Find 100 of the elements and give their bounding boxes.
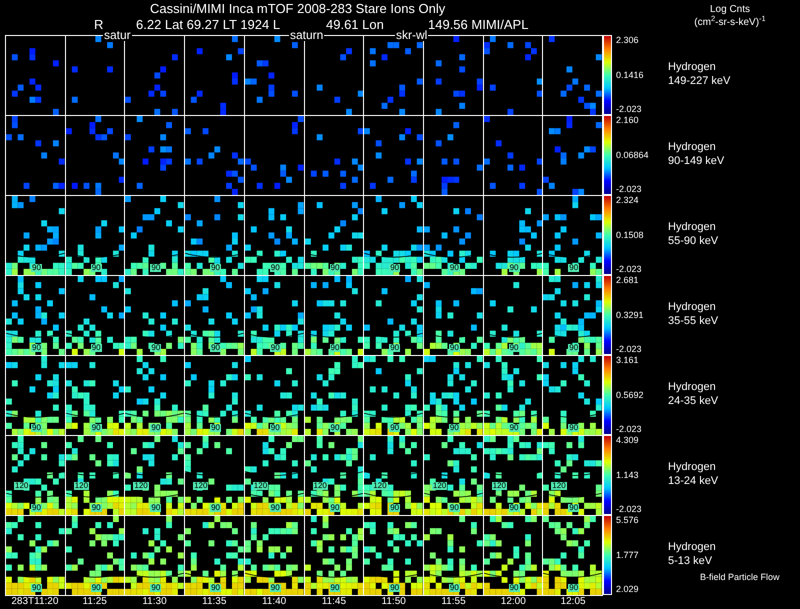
contour-label: 90: [210, 424, 221, 432]
species-label: Hydrogen: [668, 381, 717, 395]
contour-label: 90: [150, 344, 162, 352]
scale-min: -2.023: [616, 425, 643, 434]
scale-mid: 0.1508: [616, 230, 645, 240]
contour-label: 90: [270, 424, 281, 432]
contour-label: 90: [90, 264, 102, 272]
contour-label: 90: [330, 424, 340, 432]
contour-label: 90: [330, 264, 340, 272]
contour-label: 90: [389, 504, 400, 512]
contour-label: 90: [270, 264, 281, 272]
scale-max: 3.161: [616, 356, 640, 365]
time-tick-label: 11:30: [141, 597, 168, 607]
contour-label: 90: [90, 344, 102, 352]
overlay-label: skr-wl: [395, 29, 428, 41]
contour-label: 90: [508, 344, 520, 352]
contour-label: 90: [31, 424, 42, 432]
contour-label: 90: [330, 504, 340, 512]
overlay-label: saturn: [289, 29, 324, 41]
contour-label: 90: [90, 424, 102, 432]
contour-label: 90: [31, 344, 42, 352]
plot-title: Cassini/MIMI Inca mTOF 2008-283 Stare Ions Only: [150, 2, 446, 15]
position-values: 49.61 Lon: [326, 18, 385, 31]
time-tick-label: 12:00: [500, 597, 527, 607]
time-tick-label: 11:35: [201, 597, 228, 607]
energy-label: 149-227 keV: [668, 75, 730, 89]
species-label: Hydrogen: [668, 461, 717, 475]
contour-label: 90: [210, 264, 221, 272]
contour-label: 90: [150, 584, 162, 592]
contour-label: 120: [492, 482, 507, 490]
energy-label: 5-13 keV: [668, 555, 714, 569]
scale-min: -2.023: [616, 185, 643, 194]
contour-label: 90: [568, 424, 580, 432]
contour-label: 90: [150, 424, 162, 432]
scale-mid: 1.777: [616, 550, 640, 560]
scale-max: 5.576: [616, 516, 640, 525]
position-label: R: [94, 18, 104, 31]
contour-label: 120: [551, 482, 567, 490]
time-tick-label: 12:05: [560, 597, 587, 607]
scale-max: 2.160: [616, 116, 640, 125]
contour-label: 120: [193, 482, 208, 490]
time-tick-label: 11:25: [82, 597, 108, 607]
scale-max: 2.324: [616, 196, 640, 205]
species-label: Hydrogen: [668, 61, 717, 75]
contour-label: 90: [31, 264, 42, 272]
time-tick-label: 283T11:20: [10, 597, 60, 607]
time-tick-label: 11:55: [440, 597, 467, 607]
contour-label: 90: [568, 504, 580, 512]
legend-note: B-field Particle Flow: [700, 573, 780, 582]
species-label: Hydrogen: [668, 301, 717, 315]
contour-label: 90: [448, 264, 460, 272]
contour-label: 90: [270, 344, 281, 352]
contour-label: 120: [133, 482, 149, 490]
contour-label: 120: [432, 482, 448, 490]
scale-mid: 0.5692: [616, 390, 645, 400]
scale-min: -2.023: [616, 105, 643, 114]
contour-label: 90: [270, 504, 281, 512]
contour-label: 120: [74, 482, 90, 490]
contour-label: 90: [389, 344, 400, 352]
contour-label: 90: [389, 584, 400, 592]
contour-label: 90: [389, 264, 400, 272]
time-tick-label: 11:45: [320, 597, 348, 607]
contour-label: 90: [90, 504, 102, 512]
contour-label: 90: [210, 504, 221, 512]
overlay-label: satur: [103, 29, 132, 41]
time-tick-label: 11:40: [260, 597, 288, 607]
contour-label: 90: [150, 264, 162, 272]
energy-label: 24-35 keV: [668, 395, 718, 409]
scale-max: 2.306: [616, 36, 640, 45]
contour-label: 90: [508, 504, 520, 512]
scale-min: -2.023: [616, 265, 643, 274]
contour-label: 90: [568, 264, 580, 272]
scale-max: 2.681: [616, 276, 640, 285]
scale-min: 2.029: [616, 585, 640, 594]
contour-label: 90: [448, 344, 460, 352]
contour-label: 90: [448, 584, 460, 592]
units-label: (cm$^{2}$-sr-s-keV)$^{-1}$: [694, 16, 766, 29]
scale-min: -2.023: [616, 505, 643, 514]
contour-label: 90: [389, 424, 400, 432]
contour-label: 90: [330, 584, 340, 592]
position-values: 149.56 MIMI/APL: [428, 18, 528, 31]
species-label: Hydrogen: [668, 221, 717, 235]
contour-label: 90: [210, 344, 221, 352]
energy-label: 90-149 keV: [668, 155, 724, 169]
units-title: Log Cnts: [710, 4, 750, 16]
energy-label: 55-90 keV: [668, 235, 718, 249]
contour-label: 90: [31, 504, 42, 512]
position-values: 6.22 Lat 69.27 LT 1924 L: [136, 18, 282, 31]
scale-mid: 0.1416: [616, 70, 645, 80]
energy-label: 13-24 keV: [668, 475, 718, 489]
scale-mid: 0.3291: [616, 310, 645, 320]
contour-label: 90: [270, 584, 281, 592]
contour-label: 120: [14, 482, 30, 490]
contour-label: 90: [508, 424, 520, 432]
species-label: Hydrogen: [668, 541, 716, 555]
contour-label: 90: [508, 584, 520, 592]
scale-max: 4.309: [616, 436, 640, 445]
contour-label: 120: [252, 482, 268, 490]
contour-label: 90: [448, 504, 460, 512]
contour-label: 90: [150, 504, 162, 512]
